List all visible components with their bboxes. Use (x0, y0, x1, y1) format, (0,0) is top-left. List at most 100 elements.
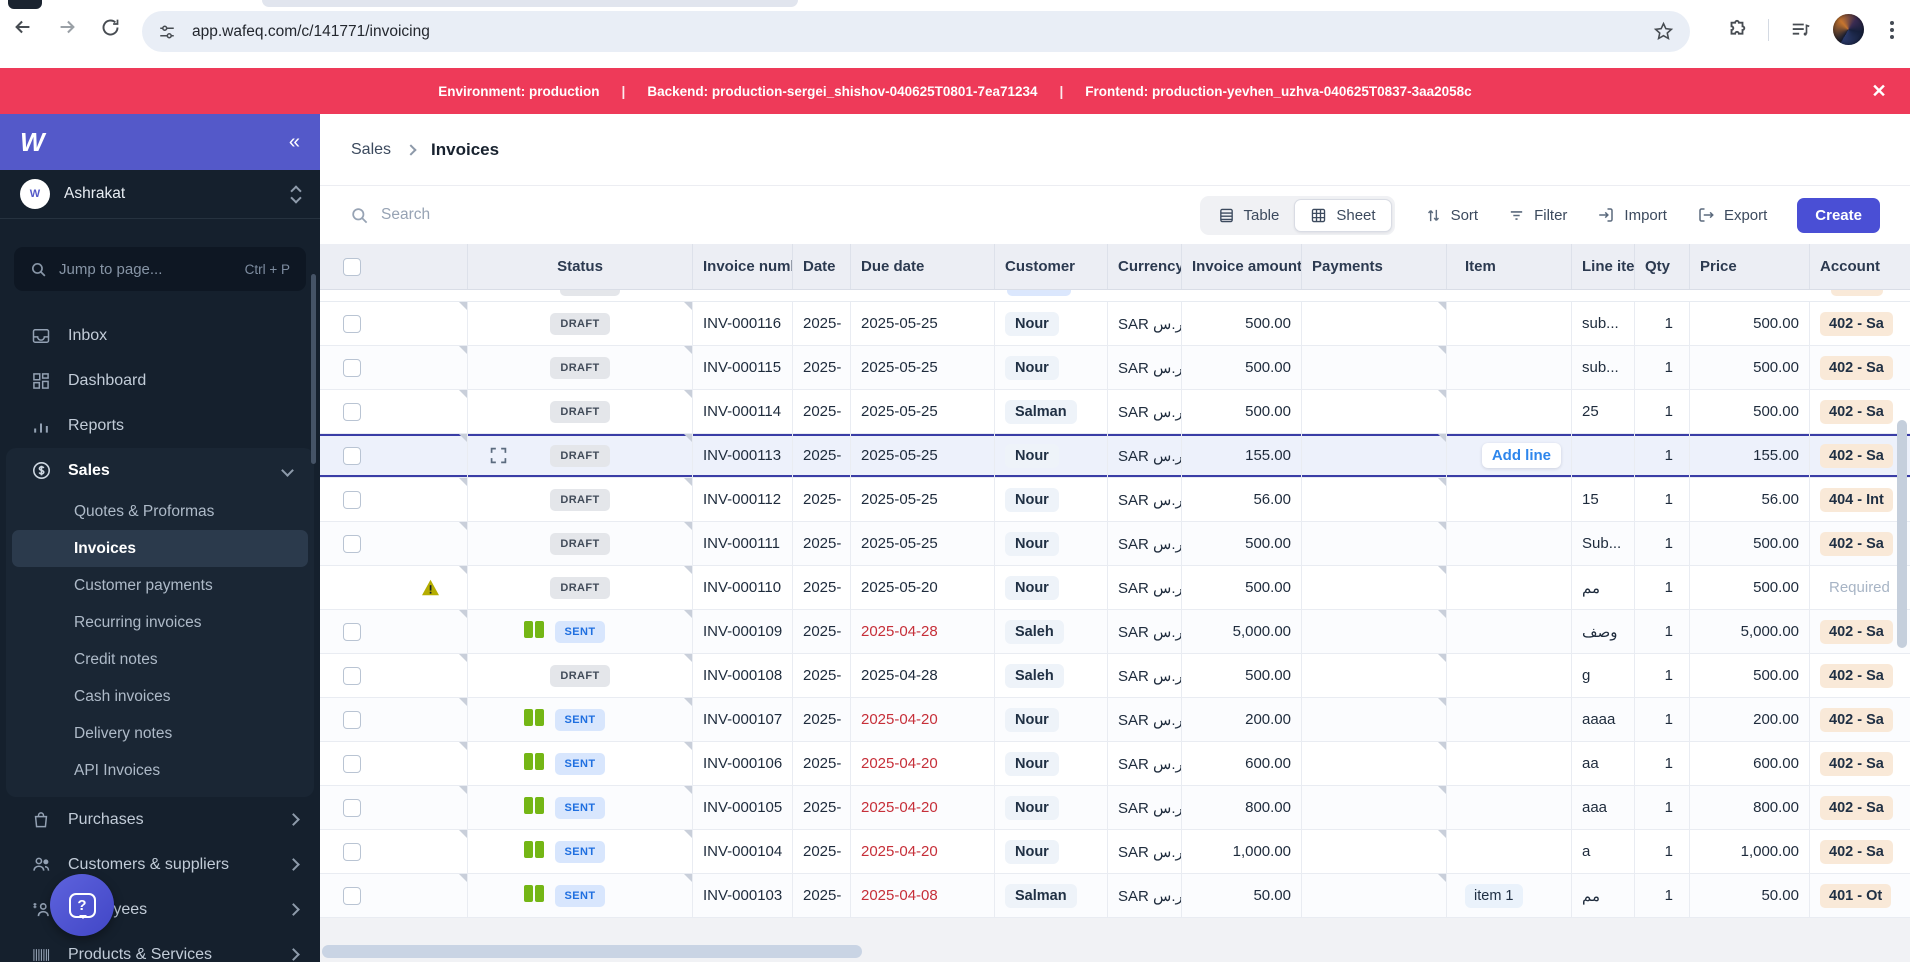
cell-invoice-number[interactable]: INV-000103 (693, 874, 793, 917)
cell-invoice-number[interactable]: INV-000106 (693, 742, 793, 785)
cell-customer[interactable]: Nour (995, 698, 1108, 741)
cell-invoice-number[interactable]: INV-000104 (693, 830, 793, 873)
header-status[interactable]: Status (468, 244, 693, 289)
sidebar-item-customer-payments[interactable]: Customer payments (12, 567, 308, 604)
cell-currency[interactable]: SAR ر.س (1108, 610, 1182, 653)
cell-payments[interactable] (1302, 874, 1447, 917)
cell-qty[interactable]: 1 (1635, 610, 1690, 653)
cell-invoice-amount[interactable]: 800.00 (1182, 786, 1302, 829)
cell-account[interactable]: 402 - Sa (1810, 610, 1910, 653)
cell-date[interactable]: 2025- (793, 874, 851, 917)
cell-item[interactable]: Add line (1447, 434, 1572, 477)
cell-currency[interactable]: SAR ر.س (1108, 874, 1182, 917)
row-checkbox[interactable] (343, 842, 361, 861)
header-payments[interactable]: Payments (1302, 244, 1447, 289)
cell-status[interactable]: DRAFT (468, 346, 693, 389)
cell-item[interactable] (1447, 698, 1572, 741)
cell-invoice-number[interactable]: INV-000115 (693, 346, 793, 389)
cell-currency[interactable]: SAR ر.س (1108, 302, 1182, 345)
cell-currency[interactable]: SAR ر.س (1108, 698, 1182, 741)
cell-due-date[interactable]: 2025-05-25 (851, 478, 995, 521)
cell-payments[interactable] (1302, 566, 1447, 609)
sidebar-item-delivery-notes[interactable]: Delivery notes (12, 715, 308, 752)
cell-item[interactable] (1447, 302, 1572, 345)
cell-currency[interactable]: SAR ر.س (1108, 390, 1182, 433)
extensions-icon[interactable] (1726, 19, 1748, 41)
cell-item[interactable] (1447, 522, 1572, 565)
banner-close-icon[interactable]: ✕ (1868, 80, 1890, 102)
cell-customer[interactable]: Nour (995, 522, 1108, 565)
row-checkbox[interactable] (343, 622, 361, 641)
row-checkbox[interactable] (343, 534, 361, 553)
cell-line-item[interactable]: sub... (1572, 302, 1635, 345)
cell-due-date[interactable]: 2025-04-20 (851, 830, 995, 873)
cell-account[interactable]: 404 - Int (1810, 478, 1910, 521)
cell-line-item[interactable]: g (1572, 654, 1635, 697)
cell-qty[interactable]: 1 (1635, 566, 1690, 609)
cell-due-date[interactable]: 2025-05-25 (851, 346, 995, 389)
create-button[interactable]: Create (1797, 197, 1880, 233)
cell-currency[interactable]: SAR ر.س (1108, 830, 1182, 873)
cell-price[interactable]: 500.00 (1690, 302, 1810, 345)
cell-account[interactable]: 402 - Sa (1810, 786, 1910, 829)
cell-customer[interactable]: Nour (995, 434, 1108, 477)
sidebar-item-customers-suppliers[interactable]: Customers & suppliers (0, 842, 320, 887)
cell-customer[interactable]: Nour (995, 566, 1108, 609)
cell-item[interactable] (1447, 346, 1572, 389)
cell-due-date[interactable]: 2025-05-20 (851, 566, 995, 609)
table-row[interactable]: SENT INV-000109 2025- 2025-04-28 Saleh S… (320, 610, 1910, 654)
cell-item[interactable] (1447, 566, 1572, 609)
cell-currency[interactable]: SAR ر.س (1108, 522, 1182, 565)
cell-due-date[interactable]: 2025-04-20 (851, 698, 995, 741)
cell-due-date[interactable]: 2025-04-28 (851, 654, 995, 697)
cell-invoice-amount[interactable]: 56.00 (1182, 478, 1302, 521)
table-row[interactable]: SENT INV-000104 2025- 2025-04-20 Nour SA… (320, 830, 1910, 874)
cell-invoice-number[interactable]: INV-000110 (693, 566, 793, 609)
table-row[interactable]: SENT INV-000105 2025- 2025-04-20 Nour SA… (320, 786, 1910, 830)
table-row[interactable]: DRAFT INV-000115 2025- 2025-05-25 Nour S… (320, 346, 1910, 390)
sidebar-item-dashboard[interactable]: Dashboard (0, 358, 320, 403)
row-checkbox[interactable] (343, 798, 361, 817)
cell-qty[interactable]: 1 (1635, 346, 1690, 389)
reload-icon[interactable] (100, 17, 121, 38)
cell-status[interactable]: SENT (468, 742, 693, 785)
header-price[interactable]: Price (1690, 244, 1810, 289)
header-currency[interactable]: Currency (1108, 244, 1182, 289)
sidebar-item-recurring-invoices[interactable]: Recurring invoices (12, 604, 308, 641)
cell-account[interactable]: 402 - Sa (1810, 434, 1910, 477)
table-row[interactable]: DRAFT INV-000113 2025- 2025-05-25 Nour S… (320, 434, 1910, 478)
cell-invoice-number[interactable]: INV-000113 (693, 434, 793, 477)
cell-price[interactable]: 56.00 (1690, 478, 1810, 521)
cell-line-item[interactable]: a (1572, 830, 1635, 873)
url-text[interactable]: app.wafeq.com/c/141771/invoicing (192, 23, 430, 41)
site-info-icon[interactable] (158, 23, 176, 41)
cell-price[interactable]: 500.00 (1690, 566, 1810, 609)
select-all-checkbox[interactable] (343, 257, 361, 276)
cell-date[interactable]: 2025- (793, 522, 851, 565)
cell-account[interactable]: 402 - Sa (1810, 830, 1910, 873)
cell-date[interactable]: 2025- (793, 478, 851, 521)
cell-invoice-amount[interactable]: 500.00 (1182, 566, 1302, 609)
cell-invoice-amount[interactable]: 500.00 (1182, 346, 1302, 389)
cell-customer[interactable]: Saleh (995, 654, 1108, 697)
chrome-menu-icon[interactable] (1884, 19, 1900, 41)
cell-invoice-number[interactable]: INV-000111 (693, 522, 793, 565)
table-row[interactable]: DRAFT INV-000108 2025- 2025-04-28 Saleh … (320, 654, 1910, 698)
row-checkbox[interactable] (343, 314, 361, 333)
url-bar[interactable]: app.wafeq.com/c/141771/invoicing (142, 11, 1690, 52)
cell-customer[interactable]: Salman (995, 874, 1108, 917)
table-row[interactable]: DRAFT INV-000116 2025- 2025-05-25 Nour S… (320, 302, 1910, 346)
cell-invoice-number[interactable]: INV-000107 (693, 698, 793, 741)
header-invoice-amount[interactable]: Invoice amount (1182, 244, 1302, 289)
sidebar-scrollbar[interactable] (311, 274, 316, 464)
cell-line-item[interactable]: aaaa (1572, 698, 1635, 741)
cell-status[interactable]: SENT (468, 786, 693, 829)
cell-date[interactable]: 2025- (793, 742, 851, 785)
cell-account[interactable]: 402 - Sa (1810, 390, 1910, 433)
filter-button[interactable]: Filter (1508, 207, 1567, 224)
sidebar-item-sales[interactable]: Sales (6, 448, 314, 493)
cell-payments[interactable] (1302, 478, 1447, 521)
cell-invoice-amount[interactable]: 1,000.00 (1182, 830, 1302, 873)
view-table-button[interactable]: Table (1203, 199, 1295, 232)
cell-price[interactable]: 500.00 (1690, 390, 1810, 433)
